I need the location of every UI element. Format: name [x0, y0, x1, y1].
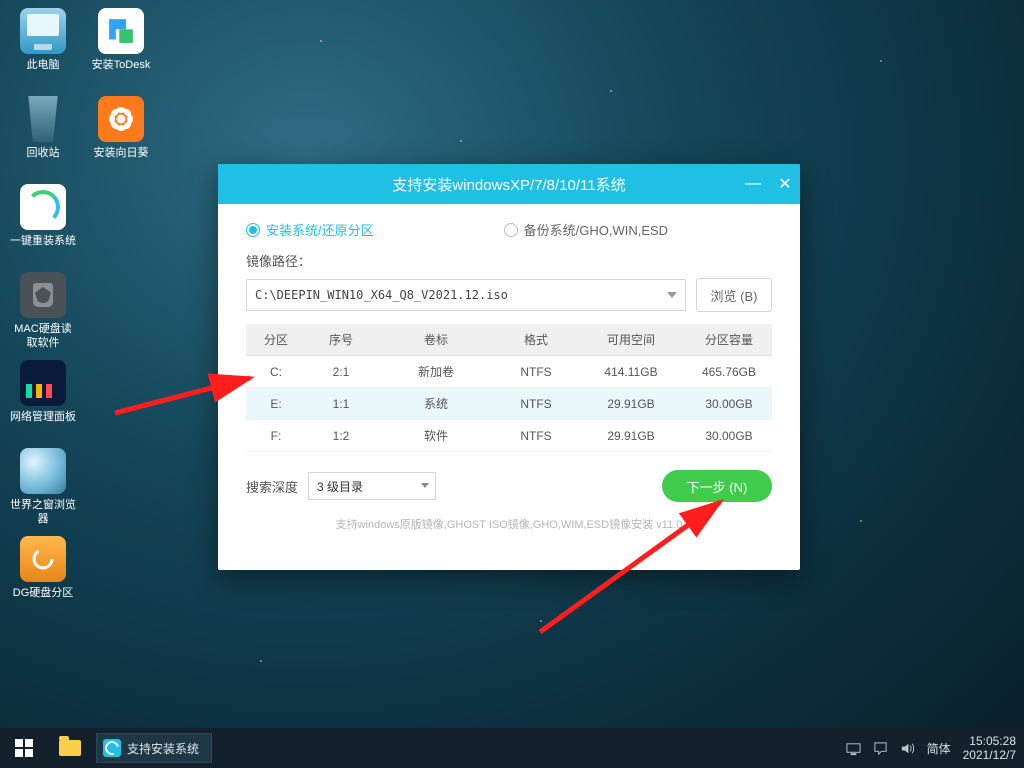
taskbar-explorer[interactable] — [48, 728, 92, 768]
window-titlebar[interactable]: 支持安装windowsXP/7/8/10/11系统 — ✕ — [218, 164, 800, 204]
desktop: 此电脑回收站一键重装系统 MAC硬盘读 取软件网络管理面板世界之窗浏览 器 DG硬盘… — [0, 0, 1024, 768]
desktop-icon-label: 世界之窗浏览 器 — [10, 498, 76, 526]
desktop-icons-col2: 安装ToDesk 安装向日葵 — [86, 8, 156, 184]
mode-backup[interactable]: 备份系统/GHO,WIN,ESD — [504, 220, 668, 239]
desktop-icon-netpanel[interactable]: 网络管理面板 — [8, 360, 78, 442]
action-center-icon[interactable] — [873, 741, 888, 756]
radio-on-icon — [246, 223, 260, 237]
desktop-icon-todesk[interactable]: 安装ToDesk — [86, 8, 156, 90]
start-button[interactable] — [0, 728, 48, 768]
desktop-icon-label: 安装向日葵 — [94, 146, 149, 160]
image-path-label: 镜像路径： — [218, 245, 800, 278]
desktop-icon-label: 此电脑 — [27, 58, 60, 72]
network-icon[interactable] — [846, 741, 861, 756]
col-index[interactable]: 序号 — [306, 324, 376, 356]
col-cap[interactable]: 分区容量 — [686, 324, 772, 356]
search-depth-select[interactable]: 3 级目录 — [308, 472, 436, 500]
macread-icon — [20, 272, 66, 318]
desktop-icon-label: MAC硬盘读 取软件 — [14, 322, 71, 350]
ime-indicator[interactable]: 简体 — [927, 740, 951, 757]
taskbar-active-task[interactable]: 支持安装系统 — [96, 733, 212, 763]
system-tray[interactable]: 简体 15:05:28 2021/12/7 — [846, 734, 1024, 762]
desktop-icon-dgpart[interactable]: DG硬盘分区 — [8, 536, 78, 618]
volume-icon[interactable] — [900, 741, 915, 756]
desktop-icon-recycle[interactable]: 回收站 — [8, 96, 78, 178]
pc-icon — [20, 8, 66, 54]
desktop-icon-sunflower[interactable]: 安装向日葵 — [86, 96, 156, 178]
table-row[interactable]: C:2:1新加卷NTFS414.11GB465.76GB — [246, 356, 772, 388]
col-volume[interactable]: 卷标 — [376, 324, 496, 356]
partition-table: 分区 序号 卷标 格式 可用空间 分区容量 C:2:1新加卷NTFS414.11… — [246, 324, 772, 452]
dgpart-icon — [20, 536, 66, 582]
search-depth-label: 搜索深度 — [246, 477, 298, 496]
taskbar-clock[interactable]: 15:05:28 2021/12/7 — [963, 734, 1016, 762]
chevron-down-icon — [667, 292, 677, 298]
image-path-input[interactable]: C:\DEEPIN_WIN10_X64_Q8_V2021.12.iso — [246, 279, 686, 311]
desktop-icon-label: DG硬盘分区 — [13, 586, 74, 600]
taskbar: 支持安装系统 简体 15:05:28 2021/12/7 — [0, 728, 1024, 768]
browse-button[interactable]: 浏览 (B) — [696, 278, 772, 312]
table-row[interactable]: F:1:2软件NTFS29.91GB30.00GB — [246, 420, 772, 452]
desktop-icon-label: 网络管理面板 — [10, 410, 76, 424]
desktop-icon-browser[interactable]: 世界之窗浏览 器 — [8, 448, 78, 530]
desktop-icon-reinstall[interactable]: 一键重装系统 — [8, 184, 78, 266]
recycle-icon — [20, 96, 66, 142]
installer-window: 支持安装windowsXP/7/8/10/11系统 — ✕ 安装系统/还原分区 … — [218, 164, 800, 570]
col-part[interactable]: 分区 — [246, 324, 306, 356]
chevron-down-icon — [421, 483, 429, 488]
mode-install[interactable]: 安装系统/还原分区 — [246, 220, 374, 239]
browser-icon — [20, 448, 66, 494]
close-button[interactable]: ✕ — [776, 174, 794, 194]
folder-icon — [59, 740, 81, 756]
installer-icon — [103, 739, 121, 757]
desktop-icon-macread[interactable]: MAC硬盘读 取软件 — [8, 272, 78, 354]
radio-off-icon — [504, 223, 518, 237]
sunflower-icon — [98, 96, 144, 142]
window-footer-note: 支持windows原版镜像,GHOST ISO镜像,GHO,WIM,ESD镜像安… — [218, 502, 800, 532]
netpanel-icon — [20, 360, 66, 406]
desktop-icon-label: 一键重装系统 — [10, 234, 76, 248]
todesk-icon — [98, 8, 144, 54]
desktop-icon-label: 回收站 — [27, 146, 60, 160]
next-button[interactable]: 下一步 (N) — [662, 470, 772, 502]
window-title: 支持安装windowsXP/7/8/10/11系统 — [392, 174, 625, 195]
desktop-icons-col1: 此电脑回收站一键重装系统 MAC硬盘读 取软件网络管理面板世界之窗浏览 器 DG硬盘… — [8, 8, 78, 624]
windows-icon — [15, 739, 33, 757]
desktop-icon-label: 安装ToDesk — [92, 58, 151, 72]
reinstall-icon — [20, 184, 66, 230]
col-free[interactable]: 可用空间 — [576, 324, 686, 356]
col-format[interactable]: 格式 — [496, 324, 576, 356]
minimize-button[interactable]: — — [744, 175, 762, 193]
table-row[interactable]: E:1:1系统NTFS29.91GB30.00GB — [246, 388, 772, 420]
desktop-icon-pc[interactable]: 此电脑 — [8, 8, 78, 90]
